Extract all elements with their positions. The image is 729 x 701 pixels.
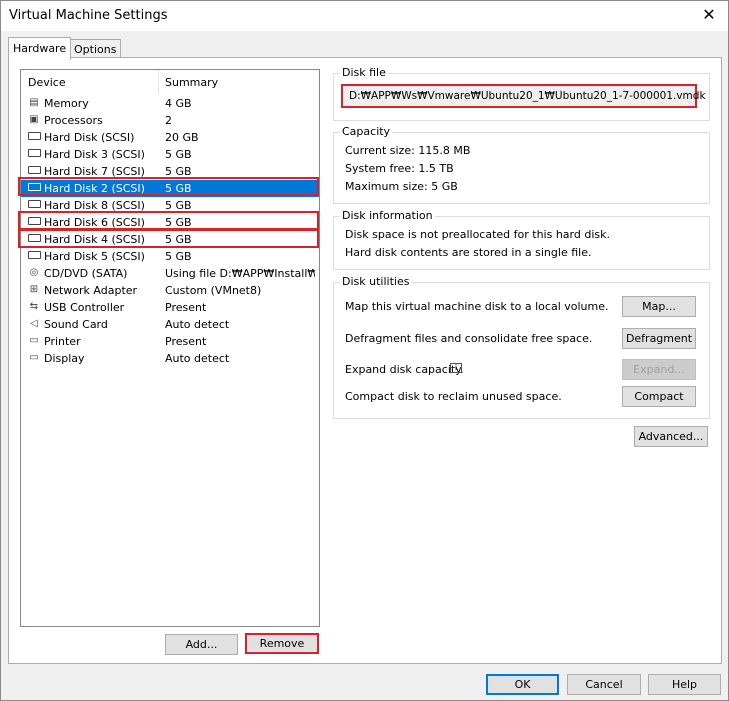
device-summary: Auto detect (165, 352, 230, 365)
device-name: Hard Disk (SCSI) (44, 131, 135, 144)
disk-info-line1: Disk space is not preallocated for this … (345, 228, 610, 241)
device-name: Hard Disk 3 (SCSI) (44, 148, 145, 161)
expand-text: Expand disk capacity. (345, 363, 464, 376)
device-name: Processors (44, 114, 103, 127)
column-separator[interactable] (158, 70, 159, 94)
hard-disk-icon (27, 131, 41, 143)
cpu-icon: ▣ (29, 114, 39, 125)
device-list-header: Device Summary (21, 70, 319, 94)
device-name: USB Controller (44, 301, 125, 314)
defragment-text: Defragment files and consolidate free sp… (345, 332, 593, 345)
device-summary: Auto detect (165, 318, 230, 331)
disk-information-title: Disk information (340, 209, 435, 222)
usb-icon: ⇆ (29, 301, 39, 312)
device-row[interactable]: Hard Disk 5 (SCSI) 5 GB (21, 248, 319, 265)
window-title: Virtual Machine Settings (9, 8, 168, 23)
device-row[interactable]: ◎ CD/DVD (SATA) Using file D:₩APP₩Install₩… (21, 265, 319, 282)
cd-dvd-icon: ◎ (29, 267, 39, 278)
system-free: System free: 1.5 TB (345, 162, 454, 175)
device-row[interactable]: Hard Disk (SCSI) 20 GB (21, 129, 319, 146)
device-summary: 2 (165, 114, 172, 127)
device-summary: 20 GB (165, 131, 199, 144)
defragment-button[interactable]: Defragment (622, 328, 696, 349)
cancel-button[interactable]: Cancel (567, 674, 641, 695)
monitor-icon: ▭ (29, 352, 39, 363)
memory-icon: ▤ (29, 97, 39, 108)
disk-utilities-title: Disk utilities (340, 275, 412, 288)
device-row[interactable]: ▭ Printer Present (21, 333, 319, 350)
device-row[interactable]: ▣ Processors 2 (21, 112, 319, 129)
disk-information-group: Disk information (333, 209, 710, 270)
device-name: Hard Disk 5 (SCSI) (44, 250, 145, 263)
title-bar: Virtual Machine Settings ✕ (1, 1, 728, 31)
advanced-button[interactable]: Advanced... (634, 426, 708, 447)
device-list[interactable]: Device Summary ▤ Memory 4 GB ▣ Processors 2 Ha… (20, 69, 320, 627)
device-name: Sound Card (44, 318, 108, 331)
current-size: Current size: 115.8 MB (345, 144, 471, 157)
capacity-title: Capacity (340, 125, 393, 138)
device-row[interactable]: ▤ Memory 4 GB (21, 95, 319, 112)
maximum-size: Maximum size: 5 GB (345, 180, 458, 193)
device-name: Network Adapter (44, 284, 138, 297)
highlight-box-hard-disk-2 (18, 177, 319, 196)
hard-disk-icon (27, 199, 41, 211)
remove-button[interactable]: Remove (245, 633, 319, 654)
add-button[interactable]: Add... (165, 634, 238, 655)
hard-disk-icon (27, 148, 41, 160)
disk-file-title: Disk file (340, 66, 388, 79)
hard-disk-icon (27, 165, 41, 177)
device-summary: 4 GB (165, 97, 192, 110)
compact-text: Compact disk to reclaim unused space. (345, 390, 562, 403)
help-button[interactable]: Help (648, 674, 721, 695)
device-row[interactable]: ⊞ Network Adapter Custom (VMnet8) (21, 282, 319, 299)
device-summary: Using file D:₩APP₩Install₩O... (165, 267, 315, 280)
device-name: Display (44, 352, 85, 365)
device-summary: Custom (VMnet8) (165, 284, 262, 297)
device-summary: Present (165, 301, 207, 314)
close-icon[interactable]: ✕ (698, 5, 720, 24)
device-row[interactable]: Hard Disk 3 (SCSI) 5 GB (21, 146, 319, 163)
disk-file-path-field[interactable]: D:₩APP₩Ws₩Vmware₩Ubuntu20_1₩Ubuntu20_1-7… (341, 84, 706, 108)
device-name: Memory (44, 97, 89, 110)
speaker-icon: ◁ (30, 318, 38, 329)
device-summary: Present (165, 335, 207, 348)
network-icon: ⊞ (29, 284, 39, 295)
map-text: Map this virtual machine disk to a local… (345, 300, 609, 313)
map-button[interactable]: Map... (622, 296, 696, 317)
hard-disk-icon (27, 250, 41, 262)
printer-icon: ▭ (29, 335, 39, 346)
device-row[interactable]: ⇆ USB Controller Present (21, 299, 319, 316)
device-name: CD/DVD (SATA) (44, 267, 128, 280)
device-summary: 5 GB (165, 148, 192, 161)
info-tooltip-icon[interactable]: i (450, 363, 462, 373)
expand-button[interactable]: Expand... (622, 359, 696, 380)
highlight-box-hard-disk-6 (18, 211, 319, 230)
device-summary: 5 GB (165, 250, 192, 263)
disk-info-line2: Hard disk contents are stored in a singl… (345, 246, 592, 259)
ok-button[interactable]: OK (486, 674, 559, 695)
column-header-device[interactable]: Device (28, 76, 66, 89)
disk-file-path: D:₩APP₩Ws₩Vmware₩Ubuntu20_1₩Ubuntu20_1-7… (349, 90, 706, 102)
tab-hardware[interactable]: Hardware (8, 37, 72, 60)
column-header-summary[interactable]: Summary (165, 76, 218, 89)
device-row[interactable]: ▭ Display Auto detect (21, 350, 319, 367)
compact-button[interactable]: Compact (622, 386, 696, 407)
device-row[interactable]: ◁ Sound Card Auto detect (21, 316, 319, 333)
device-name: Printer (44, 335, 81, 348)
highlight-box-hard-disk-4 (18, 229, 319, 248)
